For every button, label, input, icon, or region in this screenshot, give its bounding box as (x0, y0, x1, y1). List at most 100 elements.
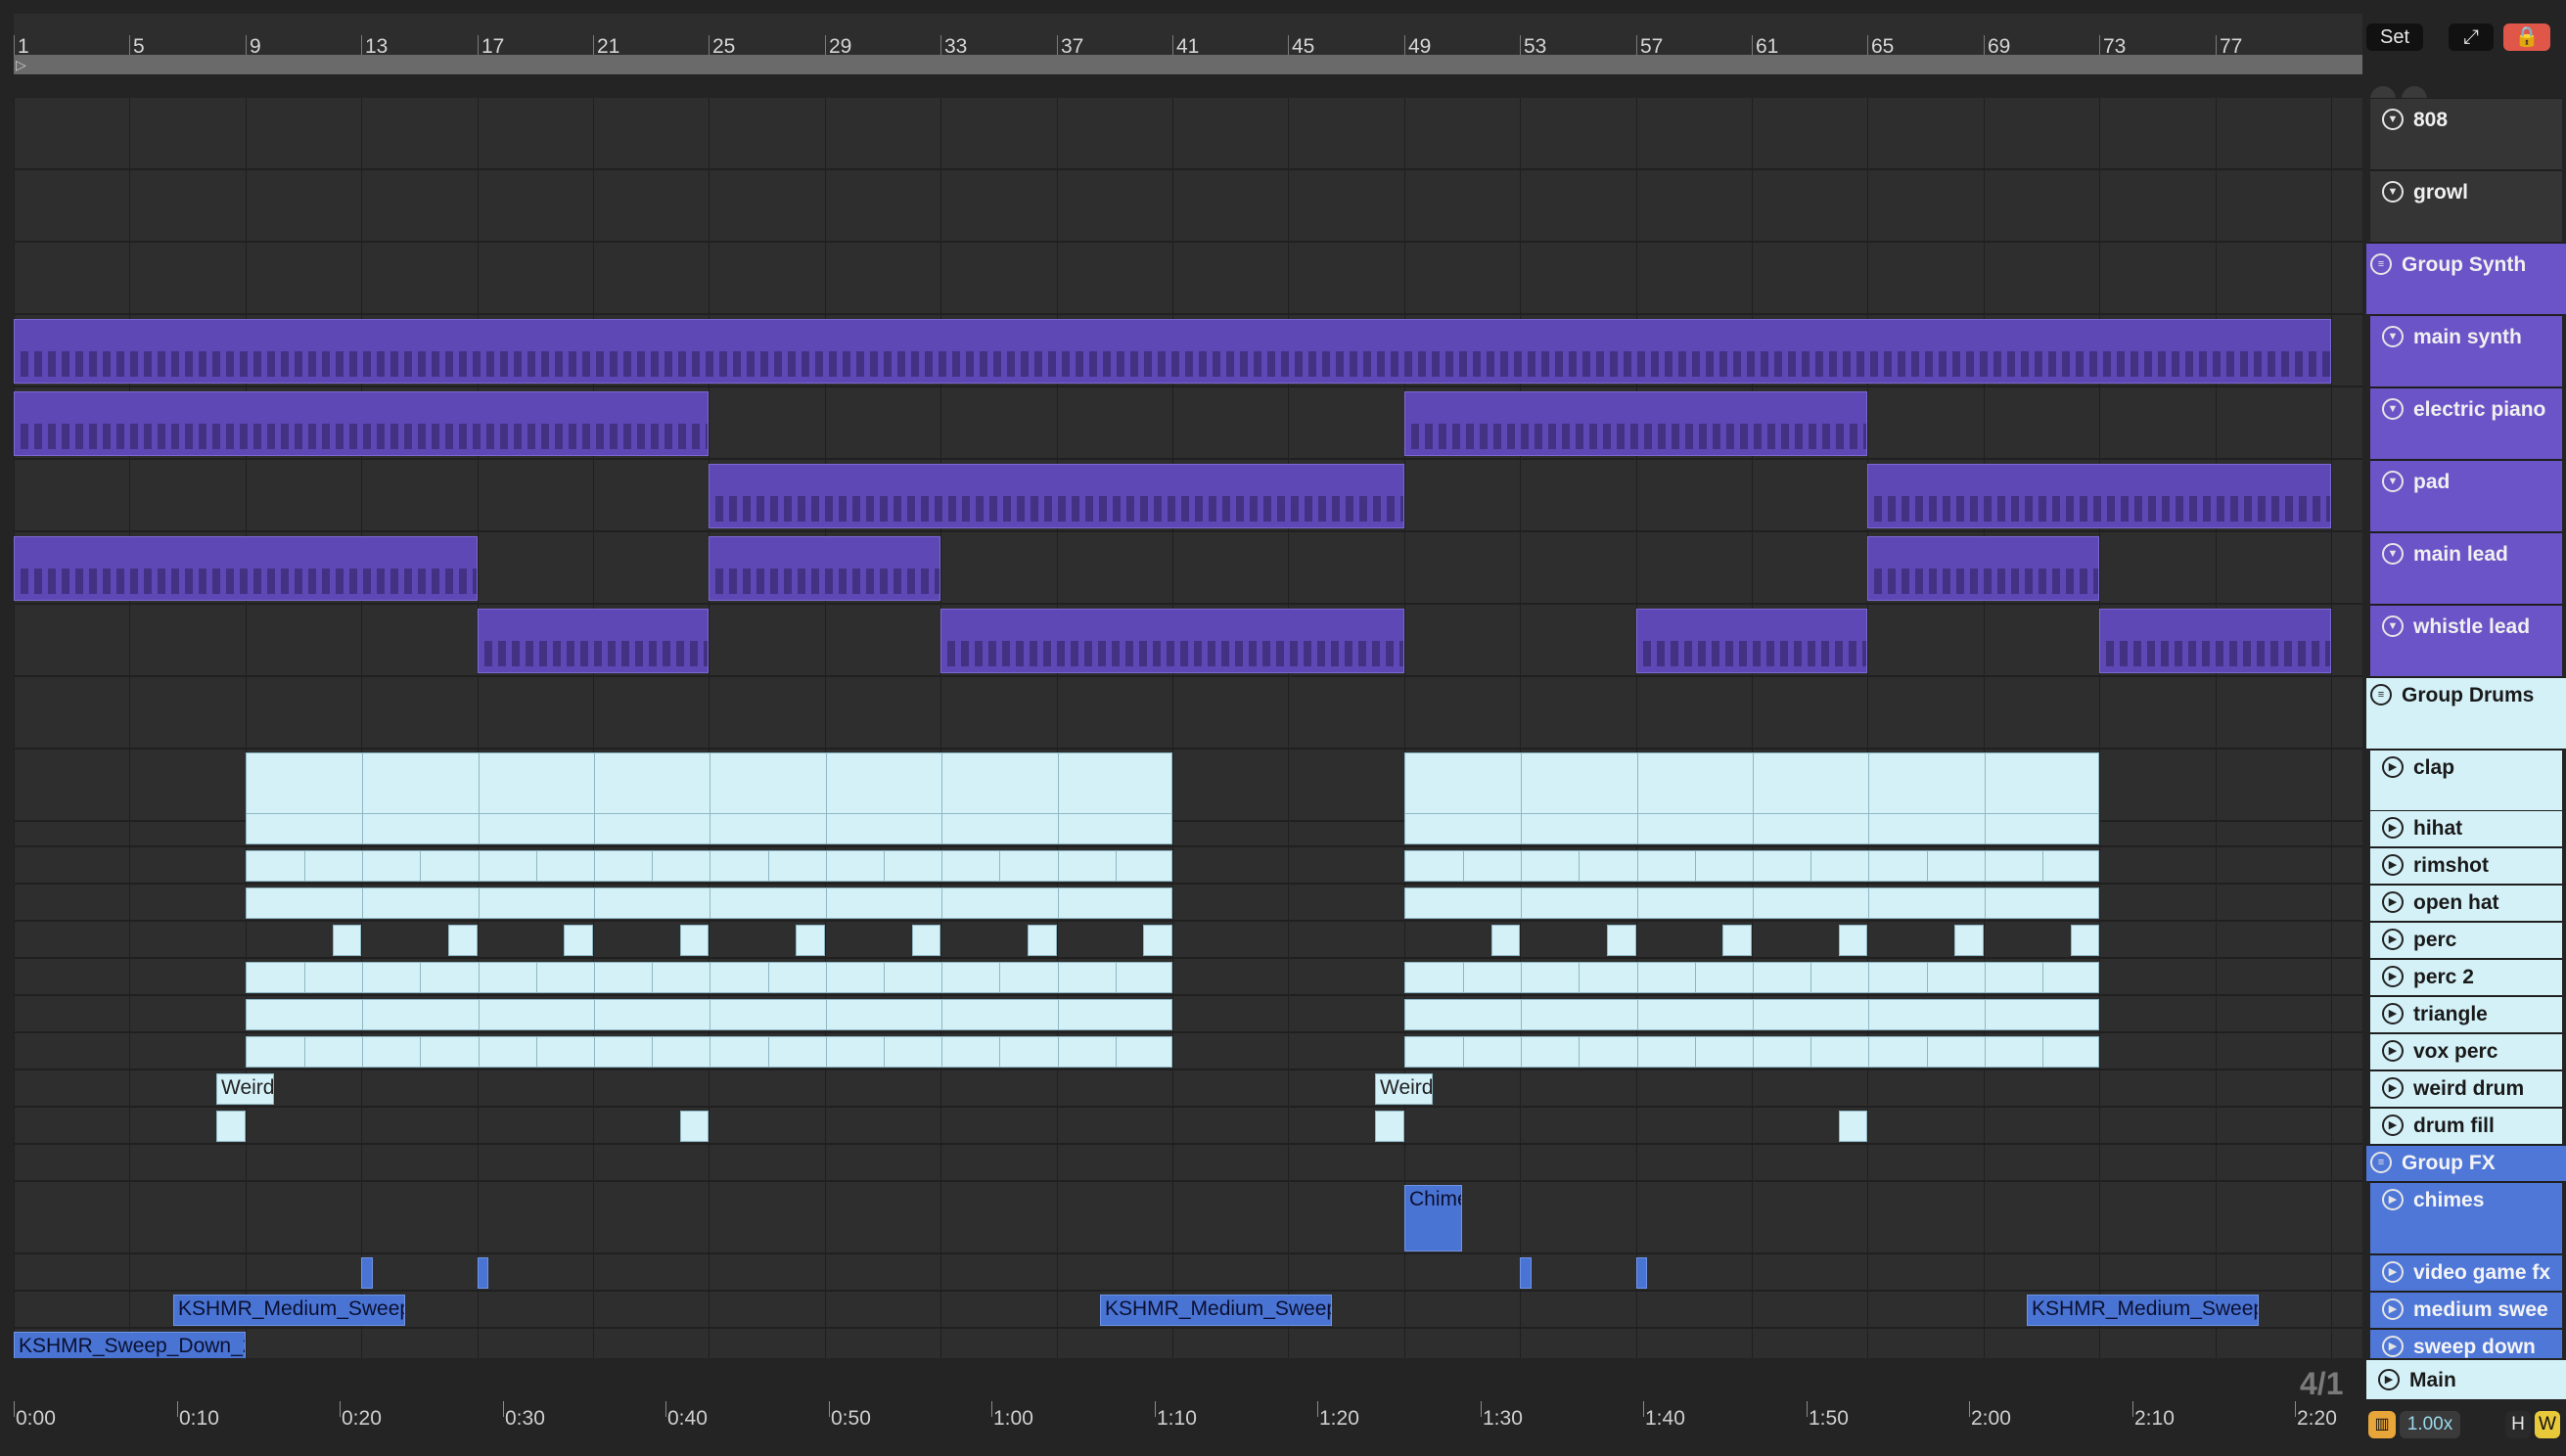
lane-weird-drum[interactable] (14, 1070, 2362, 1108)
clip-drum-fill[interactable] (680, 1111, 709, 1142)
clip-drum[interactable] (1404, 1036, 2099, 1068)
clip-drum-fill[interactable] (216, 1111, 246, 1142)
fold-icon[interactable]: ▼ (2382, 471, 2404, 492)
clip-perc-hit[interactable] (1839, 925, 1867, 956)
clip-sweep-down[interactable]: KSHMR_Sweep_Down_2 (14, 1332, 246, 1358)
track-rimshot[interactable]: ▶ rimshot (2370, 847, 2562, 885)
clip-drum[interactable] (1404, 850, 2099, 882)
track-group-synth[interactable]: ≡ Group Synth (2366, 243, 2566, 315)
clip-perc-hit[interactable] (448, 925, 478, 956)
play-icon[interactable]: ▶ (2382, 756, 2404, 778)
track-triangle[interactable]: ▶ triangle (2370, 996, 2562, 1033)
track-electric-piano[interactable]: ▼ electric piano (2370, 387, 2562, 460)
clip-perc-hit[interactable] (564, 925, 593, 956)
track-weird-drum[interactable]: ▶ weird drum (2370, 1070, 2562, 1108)
track-main-lead[interactable]: ▼ main lead (2370, 532, 2562, 605)
clip-perc-hit[interactable] (796, 925, 825, 956)
clip-drum[interactable] (246, 850, 1172, 882)
clip-drum[interactable] (246, 887, 1172, 919)
track-video-game-fx[interactable]: ▶ video game fx (2370, 1254, 2562, 1292)
clip-main-lead[interactable] (1867, 536, 2099, 601)
fold-icon[interactable]: ▼ (2382, 326, 2404, 347)
clip-drum[interactable] (246, 962, 1172, 993)
group-fold-icon[interactable]: ≡ (2370, 1152, 2392, 1173)
lane-growl[interactable] (14, 170, 2362, 243)
clip-drum[interactable] (1404, 887, 2099, 919)
clip-perc-hit[interactable] (1954, 925, 1984, 956)
clip-video-game-fx[interactable] (478, 1257, 488, 1289)
play-icon[interactable]: ▶ (2382, 1115, 2404, 1136)
lane-group-drums[interactable] (14, 677, 2362, 750)
track-growl[interactable]: ▼ growl (2370, 170, 2562, 243)
clip-weird-drum[interactable]: Weird (1375, 1073, 1433, 1105)
track-group-fx[interactable]: ≡ Group FX (2366, 1145, 2566, 1182)
lane-808[interactable] (14, 98, 2362, 170)
track-medium-swee[interactable]: ▶ medium swee (2370, 1292, 2562, 1329)
clip-main-lead[interactable] (709, 536, 940, 601)
group-fold-icon[interactable]: ≡ (2370, 684, 2392, 705)
start-marker-icon[interactable]: ▷ (16, 57, 26, 73)
clip-chimes[interactable]: Chime (1404, 1185, 1462, 1251)
lane-drum-fill[interactable] (14, 1108, 2362, 1145)
clip-drum-fill[interactable] (1375, 1111, 1404, 1142)
clip-perc-hit[interactable] (1028, 925, 1057, 956)
play-icon[interactable]: ▶ (2382, 1336, 2404, 1357)
clip-video-game-fx[interactable] (361, 1257, 373, 1289)
track-perc-2[interactable]: ▶ perc 2 (2370, 959, 2562, 996)
clip-main-synth[interactable] (14, 319, 2331, 384)
clip-medium-sweep[interactable]: KSHMR_Medium_Sweep (2027, 1295, 2259, 1326)
fold-icon[interactable]: ▼ (2382, 181, 2404, 203)
track-808[interactable]: ▼ 808 (2370, 98, 2562, 170)
time-ruler[interactable]: 4/1 0:00 0:10 0:20 0:30 0:40 0:50 1:00 1:10 1:20… (0, 1358, 2566, 1456)
clip-main-lead[interactable] (14, 536, 478, 601)
zoom-value[interactable]: 1.00x (2400, 1411, 2460, 1438)
clip-whistle-lead[interactable] (478, 609, 709, 673)
clip-drum[interactable] (1404, 962, 2099, 993)
clip-drum[interactable] (246, 1036, 1172, 1068)
lane-group-fx[interactable] (14, 1145, 2362, 1182)
clip-whistle-lead[interactable] (940, 609, 1404, 673)
group-fold-icon[interactable]: ≡ (2370, 253, 2392, 275)
w-button[interactable]: W (2535, 1411, 2560, 1438)
track-whistle-lead[interactable]: ▼ whistle lead (2370, 605, 2562, 677)
track-chimes[interactable]: ▶ chimes (2370, 1182, 2562, 1254)
play-icon[interactable]: ▶ (2382, 854, 2404, 876)
clip-medium-sweep[interactable]: KSHMR_Medium_Sweep (1100, 1295, 1332, 1326)
clip-video-game-fx[interactable] (1636, 1257, 1647, 1289)
play-icon[interactable]: ▶ (2382, 891, 2404, 913)
play-icon[interactable]: ▶ (2382, 1189, 2404, 1210)
track-pad[interactable]: ▼ pad (2370, 460, 2562, 532)
clip-drum[interactable] (246, 813, 1172, 844)
clip-perc-hit[interactable] (912, 925, 940, 956)
track-vox-perc[interactable]: ▶ vox perc (2370, 1033, 2562, 1070)
play-icon[interactable]: ▶ (2382, 929, 2404, 950)
fold-icon[interactable]: ▼ (2382, 543, 2404, 565)
loop-brace-bar[interactable]: ▷ (14, 55, 2362, 74)
track-open-hat[interactable]: ▶ open hat (2370, 885, 2562, 922)
track-drum-fill[interactable]: ▶ drum fill (2370, 1108, 2562, 1145)
clip-weird-drum[interactable]: Weird (216, 1073, 274, 1105)
play-icon[interactable]: ▶ (2382, 1261, 2404, 1283)
clip-drum[interactable] (246, 999, 1172, 1030)
lane-chimes[interactable] (14, 1182, 2362, 1254)
play-icon[interactable]: ▶ (2378, 1369, 2400, 1390)
clip-drum[interactable] (1404, 999, 2099, 1030)
clip-electric-piano[interactable] (14, 391, 709, 456)
clip-perc-hit[interactable] (1491, 925, 1520, 956)
fold-icon[interactable]: ▼ (2382, 615, 2404, 637)
set-button[interactable]: Set (2366, 23, 2423, 51)
arrangement-lanes[interactable]: Weird Weird Chime KSHMR_Medium_Sweep KSHMR_M… (14, 98, 2362, 1358)
waveform-icon[interactable]: ▥ (2368, 1411, 2396, 1438)
clip-drum-fill[interactable] (1839, 1111, 1867, 1142)
track-group-drums[interactable]: ≡ Group Drums (2366, 677, 2566, 750)
play-icon[interactable]: ▶ (2382, 817, 2404, 839)
clip-perc-hit[interactable] (2071, 925, 2099, 956)
clip-perc-hit[interactable] (1143, 925, 1172, 956)
clip-drum[interactable] (246, 752, 1172, 819)
track-main-synth[interactable]: ▼ main synth (2370, 315, 2562, 387)
track-main[interactable]: ▶ Main (2366, 1360, 2566, 1399)
lane-group-synth[interactable] (14, 243, 2362, 315)
clip-perc-hit[interactable] (680, 925, 709, 956)
clip-pad[interactable] (1867, 464, 2331, 528)
play-icon[interactable]: ▶ (2382, 1077, 2404, 1099)
